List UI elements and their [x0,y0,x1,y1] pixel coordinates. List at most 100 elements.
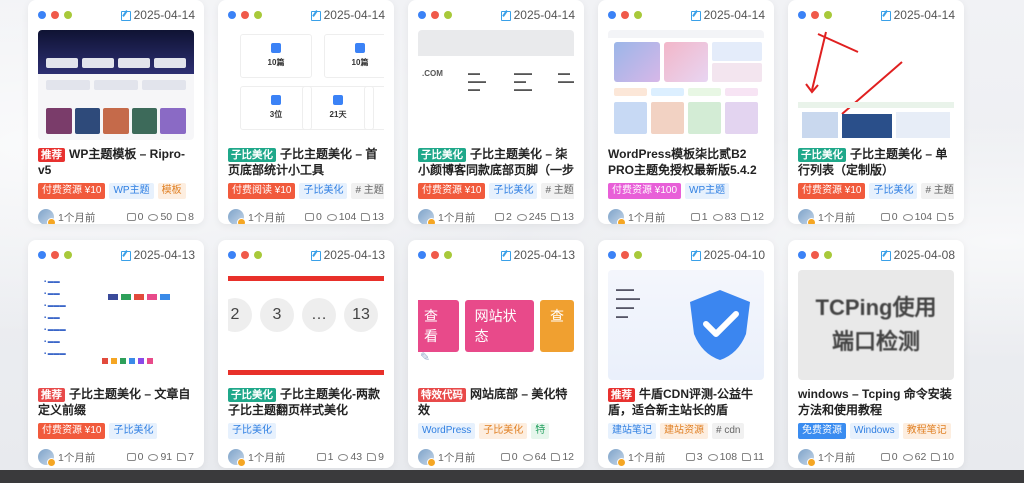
post-title[interactable]: 推荐 子比主题美化 – 文章自定义前缀 [38,386,194,418]
post-title[interactable]: 推荐 WP主题模板 – Ripro-v5 [38,146,194,178]
edit-icon [690,10,701,21]
avatar[interactable] [418,449,436,467]
price-tag[interactable]: 付费资源 ¥10 [38,183,106,199]
post-card[interactable]: 2025-04-13 ▪ ▬▬ ▪ ▬▬ ▪ ▬▬▬ ▪ ▬▬ ▪ ▬▬▬ ▪ ▬▬ ▪ ▬… [28,240,204,468]
topic-tag[interactable]: # 主题 [541,183,574,199]
price-tag[interactable]: 付费资源 ¥100 [608,183,682,199]
card-header: 2025-04-14 [28,0,204,30]
category-tag[interactable]: 子比美化 [489,183,538,199]
window-dots [38,11,72,19]
post-thumbnail[interactable] [798,30,954,140]
card-header: 2025-04-14 [598,0,774,30]
post-thumbnail[interactable] [38,30,194,140]
topic-tag[interactable]: # cdn [712,423,745,439]
window-dots [418,11,452,19]
post-badge: 子比美化 [228,148,276,162]
post-thumbnail[interactable] [608,30,764,140]
post-badge: 推荐 [38,388,65,402]
post-meta: 1个月前 1 43 9 [228,449,384,467]
post-badge: 推荐 [38,148,65,162]
post-card[interactable]: 2025-04-14 推荐 WP主题模板 – Ripro-v5 付费资源 ¥10 … [28,0,204,224]
card-header: 2025-04-13 [28,240,204,270]
avatar[interactable] [38,449,56,467]
post-card[interactable]: 2025-04-14 WordPress模板柒比贰B2 PRO主题免授权最新版5… [598,0,774,224]
post-thumbnail[interactable]: TCPing使用 端口检测 [798,270,954,380]
post-meta: 1个月前 0 91 7 [38,449,194,467]
window-dots [418,251,452,259]
post-title[interactable]: 特效代码 网站底部 – 美化特效 [418,386,574,418]
post-title[interactable]: 子比美化 子比主题美化 – 首页底部统计小工具 [228,146,384,178]
card-header: 2025-04-14 [218,0,394,30]
thumbs-up-icon [551,213,561,221]
avatar[interactable] [608,449,626,467]
post-date: 2025-04-14 [880,8,955,22]
avatar[interactable] [228,449,246,467]
post-card[interactable]: 2025-04-14 10篇 10篇 3位 21天 3945 子比美化子比主题美… [218,0,394,224]
post-meta: 1个月前 0 50 8 [38,209,194,224]
category-tag[interactable]: WordPress [418,423,476,439]
eye-icon [902,453,913,461]
post-card[interactable]: 2025-04-10 ▬▬▬ ▬▬▬▬ ▬▬▬ ▬▬ 推荐 牛盾CDN评测-公益牛盾，适… [598,240,774,468]
post-thumbnail[interactable]: ▪ ▬▬ ▪ ▬▬ ▪ ▬▬▬ ▪ ▬▬ ▪ ▬▬▬ ▪ ▬▬ ▪ ▬▬▬ [38,270,194,380]
category-tag[interactable]: 子比美化 [109,423,158,439]
category-tag[interactable]: 子比美化 [228,423,276,439]
category-tag[interactable]: 子比美化 [299,183,348,199]
category-tag[interactable]: 特 [531,423,550,439]
category-tag[interactable]: Windows [850,423,899,439]
post-card[interactable]: 2025-04-13 查看 网站状态 查 ✎ 特效代码 网站底部 – 美化特效 W… [408,240,584,468]
post-card[interactable]: 2025-04-08 TCPing使用 端口检测 windows – Tcpin… [788,240,964,468]
category-tag[interactable]: WP主题 [685,183,730,199]
topic-tag[interactable]: # 主题 [921,183,954,199]
category-tag[interactable]: 建站笔记 [608,423,656,439]
post-tags: 付费阅读 ¥10 子比美化 # 主题 [228,183,384,199]
post-tags: 付费资源 ¥100 WP主题 [608,183,764,199]
avatar[interactable] [38,209,56,224]
thumbs-up-icon [367,453,377,461]
price-tag[interactable]: 付费资源 ¥10 [38,423,106,439]
post-thumbnail[interactable]: .COM ▬▬ ▬▬▬ ▬▬ ▬▬▬ ▬▬ ▬▬▬ ▬▬ ▬▬▬ [418,30,574,140]
post-thumbnail[interactable]: 查看 网站状态 查 ✎ [418,270,574,380]
comment-icon [494,213,504,221]
post-meta: 1个月前 0 62 10 [798,449,954,467]
post-card[interactable]: 2025-04-13 2 3 … 13 子比美化 子比主题美化-两款子比主题翻页样… [218,240,394,468]
avatar[interactable] [608,209,626,224]
decor-glyph: ✎ [420,350,431,364]
price-tag[interactable]: 免费资源 [798,423,846,439]
avatar[interactable] [798,209,816,224]
post-tags: 付费资源 ¥10 子比美化 # 主题 [798,183,954,199]
avatar[interactable] [798,449,816,467]
post-thumbnail[interactable]: ▬▬▬ ▬▬▬▬ ▬▬▬ ▬▬ [608,270,764,380]
post-card[interactable]: 2025-04-14 子比美化 子比主题美化 – 单行列表（定制版） 付费资源 ¥… [788,0,964,224]
post-card[interactable]: 2025-04-14 .COM ▬▬ ▬▬▬ ▬▬ ▬▬▬ ▬▬ ▬▬▬ ▬▬ ▬▬▬ 子… [408,0,584,224]
category-tag[interactable]: 教程笔记 [902,423,951,439]
post-date: 2025-04-13 [310,248,385,262]
post-thumbnail[interactable]: 2 3 … 13 [228,270,384,380]
post-tags: 付费资源 ¥10 子比美化 [38,423,194,439]
price-tag[interactable]: 付费资源 ¥10 [798,183,866,199]
post-title[interactable]: 子比美化 子比主题美化 – 单行列表（定制版） [798,146,954,178]
category-tag[interactable]: 模板 [157,183,186,199]
comment-icon [690,213,700,221]
avatar[interactable] [418,209,436,224]
category-tag[interactable]: 子比美化 [479,423,528,439]
category-tag[interactable]: 建站资源 [660,423,708,439]
thumbs-up-icon [551,453,561,461]
post-title[interactable]: WordPress模板柒比贰B2 PRO主题免授权最新版5.4.2 [608,146,764,178]
edit-icon [880,10,891,21]
price-tag[interactable]: 付费阅读 ¥10 [228,183,296,199]
category-tag[interactable]: 子比美化 [869,183,918,199]
post-title[interactable]: 子比美化 子比主题美化-两款子比主题翻页样式美化 [228,386,384,418]
window-dots [608,11,642,19]
price-tag[interactable]: 付费资源 ¥10 [418,183,486,199]
category-tag[interactable]: WP主题 [109,183,154,199]
post-title[interactable]: windows – Tcping 命令安装方法和使用教程 [798,386,954,418]
eye-icon [326,213,337,221]
post-title[interactable]: 子比美化子比主题美化 – 柒小颜博客同款底部页脚（一步到… [418,146,574,178]
avatar[interactable] [228,209,246,224]
post-title[interactable]: 推荐 牛盾CDN评测-公益牛盾，适合新主站长的盾 [608,386,764,418]
post-date: 2025-04-14 [500,8,575,22]
window-dots [798,11,832,19]
window-dots [228,11,262,19]
topic-tag[interactable]: # 主题 [351,183,384,199]
post-thumbnail[interactable]: 10篇 10篇 3位 21天 3945 [228,30,384,140]
